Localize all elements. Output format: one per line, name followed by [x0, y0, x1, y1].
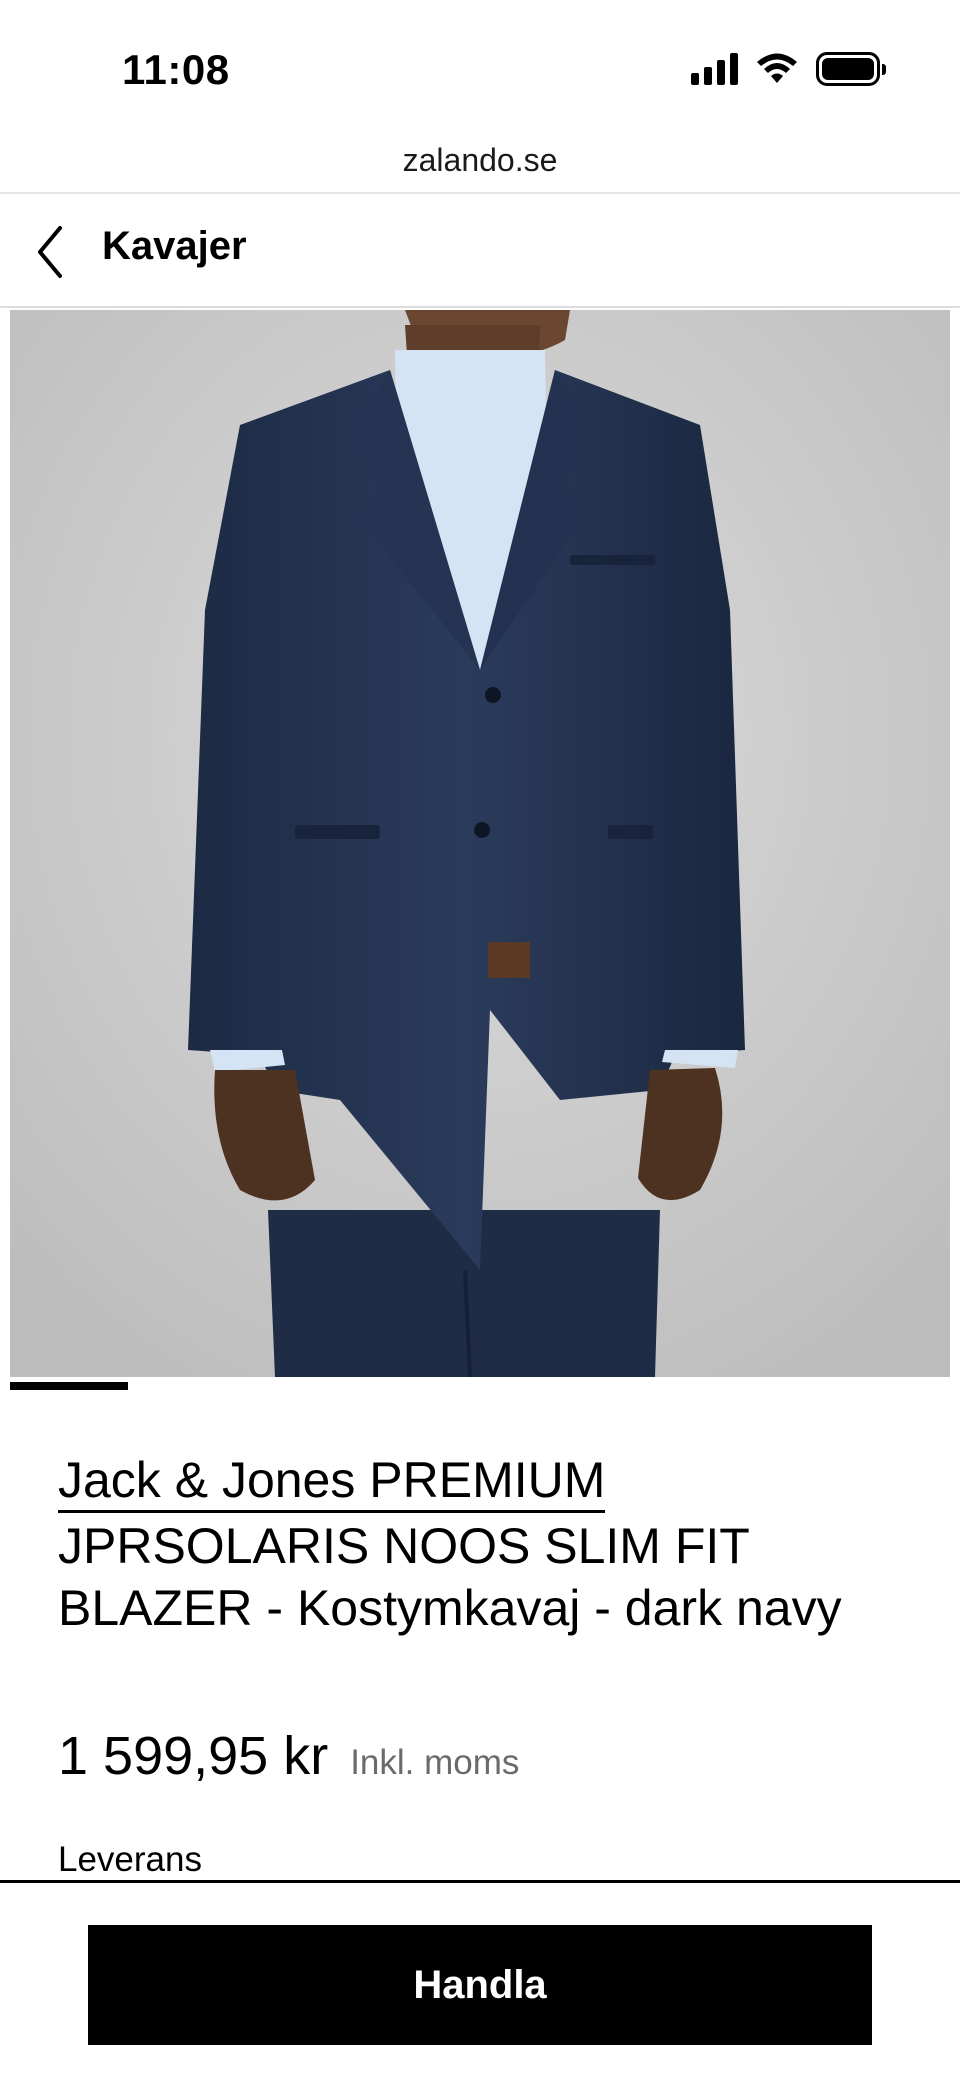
- wifi-icon: [757, 53, 797, 83]
- browser-url-bar[interactable]: zalando.se: [0, 130, 960, 194]
- gallery-indicator: [10, 1382, 128, 1390]
- brand-link[interactable]: Jack & Jones PREMIUM: [58, 1452, 606, 1513]
- status-time: 11:08: [122, 46, 230, 93]
- buy-button[interactable]: Handla: [88, 1925, 872, 2045]
- product-image[interactable]: [10, 310, 950, 1377]
- status-icons: [691, 52, 886, 86]
- page-header: Kavajer: [0, 196, 960, 308]
- price-row: 1 599,95 kr Inkl. moms: [58, 1725, 519, 1787]
- status-bar: 11:08: [0, 0, 960, 130]
- bottom-action-bar: Handla: [0, 1880, 960, 2081]
- chevron-left-icon: [38, 226, 62, 278]
- product-name: JPRSOLARIS NOOS SLIM FIT BLAZER - Kostym…: [58, 1518, 842, 1636]
- cellular-signal-icon: [691, 53, 738, 85]
- product-photo: [10, 310, 950, 1377]
- delivery-label: Leverans: [58, 1840, 202, 1879]
- vat-note: Inkl. moms: [350, 1743, 520, 1782]
- url-text: zalando.se: [402, 142, 558, 178]
- page-title: Kavajer: [102, 224, 247, 268]
- battery-icon: [816, 52, 886, 86]
- back-button[interactable]: [28, 220, 88, 284]
- product-price: 1 599,95 kr: [58, 1726, 329, 1786]
